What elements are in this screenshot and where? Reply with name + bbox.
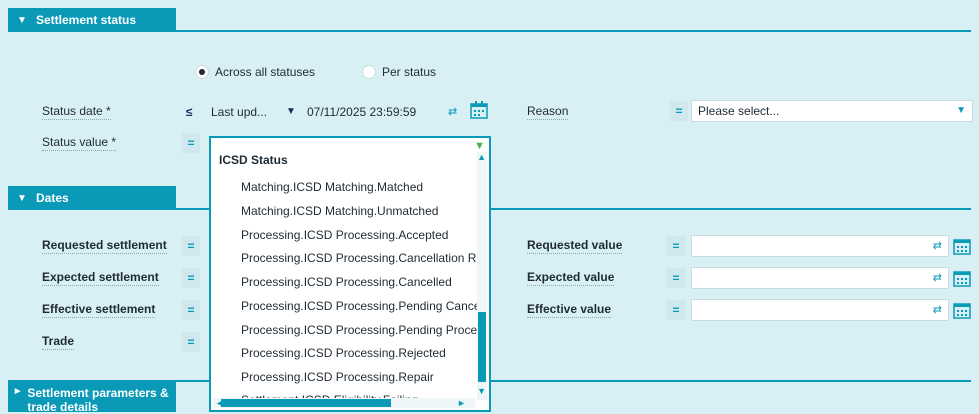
status-date-select[interactable]: Last upd... [211, 105, 267, 119]
expand-triangle-icon: ► [12, 386, 23, 397]
section-title: Dates [36, 191, 69, 205]
status-value-dropdown[interactable]: ▼ ICSD Status Matching.ICSD Matching.Mat… [209, 136, 491, 412]
radio-across-all-statuses[interactable]: Across all statuses [195, 65, 315, 79]
expected-value-label: Expected value [527, 270, 615, 286]
requested-settlement-operator[interactable]: = [182, 236, 200, 256]
status-value-label: Status value * [42, 135, 117, 151]
trade-label: Trade [42, 334, 75, 350]
effective-settlement-operator[interactable]: = [182, 300, 200, 320]
effective-settlement-label: Effective settlement [42, 302, 156, 318]
status-date-select-chevron-icon[interactable]: ▼ [286, 106, 296, 117]
radio-dot [362, 65, 376, 79]
dropdown-option[interactable]: Processing.ICSD Processing.Pending Proce… [241, 323, 477, 337]
collapse-triangle-icon: ▼ [17, 14, 27, 26]
dropdown-group-header: ICSD Status [219, 153, 288, 167]
dropdown-option[interactable]: Processing.ICSD Processing.Repair [241, 370, 477, 384]
section-header-settlement-status[interactable]: ▼ Settlement status [8, 8, 176, 32]
reason-label: Reason [527, 104, 569, 120]
expected-value-input[interactable]: ⇄ [691, 267, 949, 289]
scroll-thumb[interactable] [221, 399, 391, 407]
effective-value-operator[interactable]: = [667, 300, 685, 320]
calendar-icon[interactable] [953, 301, 971, 319]
trade-operator[interactable]: = [182, 332, 200, 352]
calendar-icon[interactable] [953, 237, 971, 255]
reason-select[interactable]: Please select... ▼ [691, 100, 973, 122]
dropdown-option[interactable]: Processing.ICSD Processing.Cancelled [241, 275, 477, 289]
status-date-label: Status date * [42, 104, 111, 120]
requested-value-input[interactable]: ⇄ [691, 235, 949, 257]
calendar-icon[interactable] [470, 101, 488, 119]
section-divider [8, 30, 971, 32]
dropdown-option[interactable]: Processing.ICSD Processing.Pending Cance… [241, 299, 477, 313]
dropdown-option[interactable]: Matching.ICSD Matching.Unmatched [241, 204, 477, 218]
calendar-icon[interactable] [953, 269, 971, 287]
reason-operator[interactable]: = [670, 101, 688, 121]
dropdown-option[interactable]: Matching.ICSD Matching.Matched [241, 180, 477, 194]
swap-icon[interactable]: ⇄ [933, 268, 942, 288]
requested-value-label: Requested value [527, 238, 623, 254]
scroll-thumb[interactable] [478, 312, 486, 382]
radio-label: Across all statuses [215, 65, 316, 79]
chevron-down-icon: ▼ [956, 105, 966, 116]
dropdown-option[interactable]: Processing.ICSD Processing.Accepted [241, 228, 477, 242]
section-header-dates[interactable]: ▼ Dates [8, 186, 176, 210]
radio-dot-selected [195, 65, 209, 79]
section-title: Settlement status [36, 13, 137, 27]
dropdown-chevron-icon[interactable]: ▼ [474, 140, 485, 152]
radio-per-status[interactable]: Per status [362, 65, 436, 79]
dropdown-option[interactable]: Processing.ICSD Processing.Rejected [241, 346, 477, 360]
scroll-left-icon[interactable]: ◄ [215, 398, 224, 408]
swap-icon[interactable]: ⇄ [933, 236, 942, 256]
dropdown-option[interactable]: Processing.ICSD Processing.Cancellation … [241, 251, 477, 265]
status-date-operator[interactable]: ≤ [180, 102, 198, 122]
horizontal-scrollbar[interactable] [213, 398, 475, 408]
expected-value-operator[interactable]: = [667, 268, 685, 288]
section-title: Settlement parameters & trade details [27, 386, 169, 414]
collapse-triangle-icon: ▼ [17, 192, 27, 204]
scroll-down-icon[interactable]: ▼ [477, 386, 486, 396]
vertical-scrollbar[interactable] [477, 152, 487, 400]
effective-value-input[interactable]: ⇄ [691, 299, 949, 321]
effective-value-label: Effective value [527, 302, 612, 318]
reason-placeholder: Please select... [698, 104, 780, 118]
expected-settlement-operator[interactable]: = [182, 268, 200, 288]
expected-settlement-label: Expected settlement [42, 270, 159, 286]
scroll-right-icon[interactable]: ► [457, 398, 466, 408]
status-date-input[interactable]: 07/11/2025 23:59:59 [307, 105, 416, 119]
swap-icon[interactable]: ⇄ [448, 105, 457, 118]
status-value-operator[interactable]: = [182, 133, 200, 153]
requested-value-operator[interactable]: = [667, 236, 685, 256]
radio-label: Per status [382, 65, 437, 79]
requested-settlement-label: Requested settlement [42, 238, 167, 254]
swap-icon[interactable]: ⇄ [933, 300, 942, 320]
scroll-up-icon[interactable]: ▲ [477, 152, 486, 162]
section-header-settlement-parameters[interactable]: ► Settlement parameters & trade details [8, 382, 176, 414]
